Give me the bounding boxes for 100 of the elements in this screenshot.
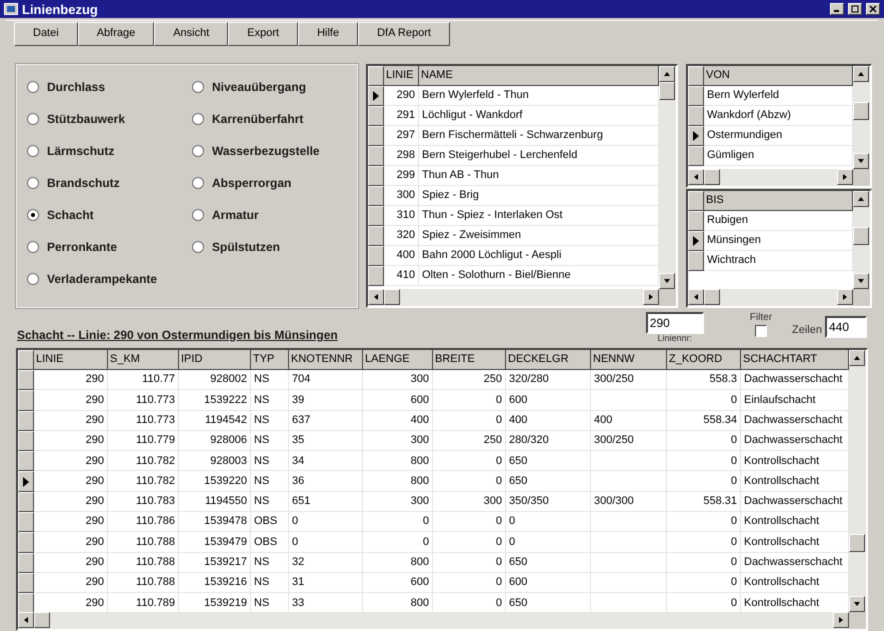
column-header[interactable]: SCHACHTART: [741, 350, 849, 370]
radio-option[interactable]: Wasserbezugstelle: [192, 141, 357, 160]
radio-option[interactable]: Perronkante: [27, 237, 192, 256]
scroll-right-button[interactable]: [643, 289, 659, 305]
radio-option[interactable]: Niveauübergang: [192, 77, 357, 96]
vertical-scrollbar[interactable]: [853, 66, 870, 169]
scroll-left-button[interactable]: [688, 289, 704, 305]
menu-button[interactable]: Ansicht: [154, 22, 228, 46]
column-header[interactable]: LINIE: [384, 66, 419, 86]
row-selector[interactable]: [688, 146, 704, 166]
row-selector[interactable]: [18, 430, 34, 452]
scroll-up-button[interactable]: [659, 66, 675, 82]
column-header[interactable]: Z_KOORD: [667, 350, 741, 370]
menu-button[interactable]: DfA Report: [358, 22, 450, 46]
row-selector[interactable]: [18, 532, 34, 553]
radio-option[interactable]: Schacht: [27, 205, 192, 224]
row-selector[interactable]: [18, 593, 34, 614]
vertical-scrollbar[interactable]: [853, 191, 870, 289]
row-selector[interactable]: [368, 226, 384, 246]
scroll-thumb[interactable]: [849, 534, 865, 552]
scroll-thumb[interactable]: [853, 102, 869, 120]
row-selector[interactable]: [688, 126, 704, 146]
radio-icon[interactable]: [192, 176, 204, 188]
radio-icon[interactable]: [27, 112, 39, 124]
row-selector[interactable]: [18, 552, 34, 573]
line-number-field[interactable]: 290: [646, 312, 704, 334]
row-selector[interactable]: [18, 572, 34, 594]
row-selector[interactable]: [368, 186, 384, 206]
column-header[interactable]: IPID: [179, 350, 251, 370]
radio-icon[interactable]: [192, 144, 204, 156]
scroll-down-button[interactable]: [853, 153, 869, 169]
menu-button[interactable]: Abfrage: [78, 22, 154, 46]
column-header[interactable]: S_KM: [108, 350, 179, 370]
row-selector[interactable]: [688, 211, 704, 231]
scroll-up-button[interactable]: [853, 66, 869, 82]
scroll-thumb[interactable]: [34, 612, 50, 628]
radio-option[interactable]: Lärmschutz: [27, 141, 192, 160]
scroll-down-button[interactable]: [849, 596, 865, 612]
radio-icon[interactable]: [192, 240, 204, 252]
horizontal-scrollbar[interactable]: [18, 612, 866, 629]
radio-icon[interactable]: [192, 112, 204, 124]
radio-icon[interactable]: [27, 272, 39, 284]
horizontal-scrollbar[interactable]: [368, 289, 676, 306]
radio-option[interactable]: Karrenüberfahrt: [192, 109, 357, 128]
row-selector[interactable]: [368, 126, 384, 146]
scroll-thumb[interactable]: [704, 169, 720, 185]
row-selector[interactable]: [18, 390, 34, 411]
column-header[interactable]: VON: [704, 66, 853, 86]
radio-option[interactable]: Verladerampekante: [27, 269, 192, 288]
vertical-scrollbar[interactable]: [659, 66, 676, 289]
radio-option[interactable]: Brandschutz: [27, 173, 192, 192]
vertical-scrollbar[interactable]: [849, 350, 866, 612]
row-selector[interactable]: [688, 106, 704, 126]
radio-option[interactable]: Spülstutzen: [192, 237, 357, 256]
column-header[interactable]: NENNW: [591, 350, 667, 370]
radio-icon[interactable]: [27, 144, 39, 156]
row-selector[interactable]: [368, 146, 384, 166]
radio-option[interactable]: Armatur: [192, 205, 357, 224]
menu-button[interactable]: Export: [228, 22, 298, 46]
row-selector[interactable]: [688, 86, 704, 106]
scroll-right-button[interactable]: [833, 612, 849, 628]
radio-icon[interactable]: [27, 208, 39, 220]
maximize-icon[interactable]: [851, 5, 859, 13]
column-header[interactable]: DECKELGR: [506, 350, 591, 370]
radio-icon[interactable]: [27, 240, 39, 252]
row-selector[interactable]: [18, 492, 34, 512]
scroll-down-button[interactable]: [659, 273, 675, 289]
rows-field[interactable]: 440: [825, 316, 867, 338]
row-selector[interactable]: [18, 410, 34, 431]
row-selector[interactable]: [368, 206, 384, 226]
menu-button[interactable]: Datei: [14, 22, 78, 46]
column-header[interactable]: NAME: [419, 66, 659, 86]
scroll-thumb[interactable]: [384, 289, 400, 305]
radio-option[interactable]: Stützbauwerk: [27, 109, 192, 128]
scroll-up-button[interactable]: [849, 350, 865, 366]
row-selector[interactable]: [368, 166, 384, 186]
row-selector[interactable]: [18, 512, 34, 532]
close-icon[interactable]: [869, 5, 877, 13]
row-selector[interactable]: [368, 86, 384, 106]
scroll-left-button[interactable]: [688, 169, 704, 185]
row-selector[interactable]: [368, 266, 384, 286]
column-header[interactable]: TYP: [251, 350, 289, 370]
scroll-left-button[interactable]: [18, 612, 34, 628]
horizontal-scrollbar[interactable]: [688, 169, 870, 186]
radio-icon[interactable]: [27, 80, 39, 92]
column-header[interactable]: KNOTENNR: [289, 350, 363, 370]
scroll-thumb[interactable]: [659, 82, 675, 100]
scroll-left-button[interactable]: [368, 289, 384, 305]
scroll-down-button[interactable]: [853, 273, 869, 289]
scroll-thumb[interactable]: [704, 289, 720, 305]
radio-option[interactable]: Durchlass: [27, 77, 192, 96]
row-selector[interactable]: [368, 246, 384, 266]
radio-icon[interactable]: [192, 208, 204, 220]
column-header[interactable]: BIS: [704, 191, 853, 211]
radio-option[interactable]: Absperrorgan: [192, 173, 357, 192]
column-header[interactable]: LINIE: [34, 350, 108, 370]
row-selector[interactable]: [688, 231, 704, 251]
radio-icon[interactable]: [192, 80, 204, 92]
filter-checkbox[interactable]: [754, 325, 767, 337]
menu-button[interactable]: Hilfe: [298, 22, 358, 46]
